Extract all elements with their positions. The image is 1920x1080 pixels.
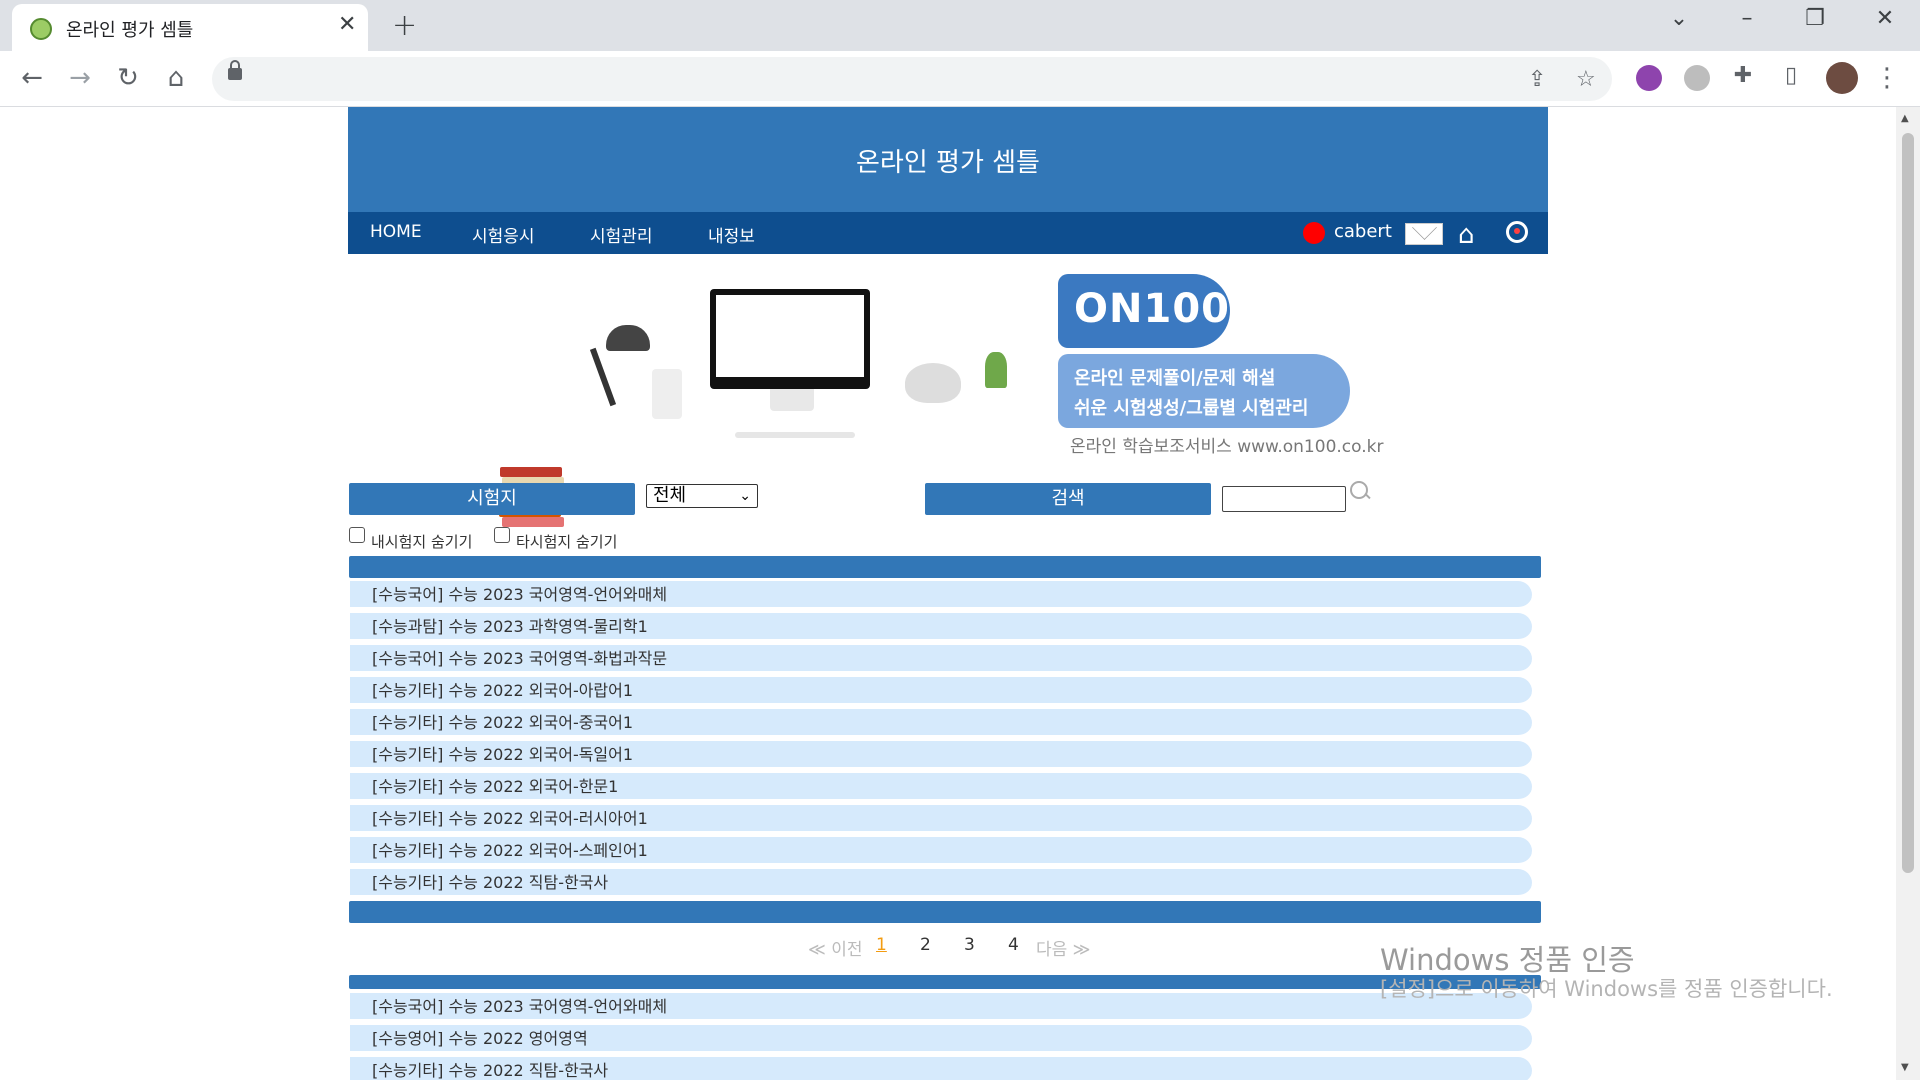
- windows-watermark-text: [설정]으로 이동하여 Windows를 정품 인증합니다.: [1380, 977, 1833, 1001]
- nav-my-info[interactable]: 내정보: [708, 222, 755, 247]
- list-item[interactable]: [수능기타] 수능 2022 외국어-독일어1: [350, 741, 1532, 769]
- list-item[interactable]: [수능영어] 수능 2022 영어영역: [350, 1025, 1532, 1053]
- tab-strip: 온라인 평가 셈틀 ✕ + ⌄ – ❐ ✕: [0, 0, 1920, 51]
- list-item[interactable]: [수능기타] 수능 2022 외국어-한문1: [350, 773, 1532, 801]
- home-icon[interactable]: ⌂: [1458, 220, 1475, 250]
- address-bar[interactable]: ⇪ ☆: [212, 57, 1612, 101]
- pagination-page-2[interactable]: 2: [920, 935, 931, 955]
- extensions-puzzle-icon[interactable]: ✚: [1726, 63, 1760, 88]
- exam-label: 시험지: [349, 483, 635, 515]
- hide-others-label: 타시험지 숨기기: [516, 533, 618, 551]
- nav-exam-manage[interactable]: 시험관리: [590, 222, 653, 247]
- profile-avatar[interactable]: [1826, 62, 1858, 94]
- close-tab-icon[interactable]: ✕: [338, 12, 356, 37]
- share-icon[interactable]: ⇪: [1528, 67, 1546, 92]
- hide-mine-checkbox[interactable]: [349, 527, 365, 543]
- list-item[interactable]: [수능국어] 수능 2023 국어영역-화법과작문: [350, 645, 1532, 673]
- extension-globe-icon[interactable]: [1684, 65, 1710, 91]
- pagination-next[interactable]: 다음 ≫: [1036, 935, 1090, 960]
- restore-icon[interactable]: ❐: [1792, 6, 1838, 31]
- lamp-head: [606, 325, 650, 351]
- scroll-thumb[interactable]: [1902, 133, 1914, 873]
- nav-take-exam[interactable]: 시험응시: [472, 222, 535, 247]
- monitor-illustration: [710, 289, 870, 389]
- online-status-icon: [1303, 222, 1325, 244]
- list-item[interactable]: [수능기타] 수능 2022 직탐-한국사: [350, 869, 1532, 897]
- browser-toolbar: ← → ↻ ⌂ ⇪ ☆ ✚ ▯ ⋮: [0, 51, 1920, 107]
- on100-logo: ON100: [1058, 274, 1230, 348]
- list-item[interactable]: [수능기타] 수능 2022 외국어-아랍어1: [350, 677, 1532, 705]
- minimize-icon[interactable]: –: [1724, 6, 1770, 31]
- scroll-down-icon[interactable]: ▼: [1901, 1062, 1909, 1073]
- kettle-illustration: [905, 363, 961, 403]
- tab-title: 온라인 평가 셈틀: [66, 20, 194, 41]
- pencil-cup: [652, 369, 682, 419]
- logo-text: ON100: [1074, 286, 1230, 332]
- home-browser-icon[interactable]: ⌂: [159, 63, 193, 93]
- keyboard-illustration: [735, 432, 855, 438]
- bookmark-star-icon[interactable]: ☆: [1576, 67, 1596, 92]
- search-input[interactable]: [1222, 486, 1346, 512]
- main-navbar: HOME 시험응시 시험관리 내정보 cabert ⌂: [348, 212, 1548, 254]
- menu-kebab-icon[interactable]: ⋮: [1870, 63, 1904, 93]
- plant-illustration: [985, 352, 1007, 388]
- forward-icon[interactable]: →: [63, 63, 97, 93]
- slogan-line-2: 쉬운 시험생성/그룹별 시험관리: [1074, 398, 1309, 419]
- search-label: 검색: [925, 483, 1211, 515]
- site-title: 온라인 평가 셈틀: [856, 148, 1040, 178]
- list-item[interactable]: [수능과탐] 수능 2023 과학영역-물리학1: [350, 613, 1532, 641]
- scroll-up-icon[interactable]: ▲: [1901, 113, 1909, 124]
- select-value: 전체: [653, 485, 687, 506]
- reload-icon[interactable]: ↻: [111, 63, 145, 93]
- site-header: 온라인 평가 셈틀: [348, 107, 1548, 212]
- site-caption: 온라인 학습보조서비스 www.on100.co.kr: [1070, 437, 1384, 457]
- page-scrollbar[interactable]: ▲ ▼: [1896, 107, 1920, 1080]
- list-item[interactable]: [수능국어] 수능 2023 국어영역-언어와매체: [350, 993, 1532, 1021]
- page-viewport: 온라인 평가 셈틀 HOME 시험응시 시험관리 내정보 cabert ⌂ ON…: [0, 107, 1896, 1080]
- monitor-stand: [770, 389, 814, 411]
- list-item[interactable]: [수능기타] 수능 2022 외국어-러시아어1: [350, 805, 1532, 833]
- list2-header-bar: [349, 975, 1541, 989]
- side-panel-icon[interactable]: ▯: [1774, 63, 1808, 88]
- lamp-icon: [589, 347, 617, 407]
- list-footer-bar: [349, 901, 1541, 923]
- slogan-box: 온라인 문제풀이/문제 해설 쉬운 시험생성/그룹별 시험관리: [1058, 354, 1350, 428]
- exam-filter-select[interactable]: 전체 ⌄: [646, 484, 758, 508]
- tab-search-icon[interactable]: ⌄: [1656, 6, 1702, 31]
- logout-power-icon[interactable]: [1506, 221, 1528, 243]
- mail-icon[interactable]: [1405, 223, 1443, 245]
- list-item[interactable]: [수능기타] 수능 2022 외국어-중국어1: [350, 709, 1532, 737]
- slogan-line-1: 온라인 문제풀이/문제 해설: [1074, 368, 1276, 389]
- extension-lr-icon[interactable]: [1636, 65, 1662, 91]
- back-icon[interactable]: ←: [15, 63, 49, 93]
- search-icon[interactable]: [1350, 481, 1368, 499]
- list-header-bar: [349, 556, 1541, 578]
- username[interactable]: cabert: [1334, 221, 1392, 242]
- close-window-icon[interactable]: ✕: [1862, 6, 1908, 31]
- chevron-down-icon: ⌄: [739, 488, 751, 504]
- list-item[interactable]: [수능기타] 수능 2022 직탐-한국사: [350, 1057, 1532, 1080]
- lock-icon: [228, 60, 242, 80]
- pagination-page-4[interactable]: 4: [1008, 935, 1019, 955]
- nav-home[interactable]: HOME: [370, 222, 422, 242]
- browser-tab[interactable]: 온라인 평가 셈틀 ✕: [12, 4, 368, 51]
- new-tab-button[interactable]: +: [392, 8, 417, 43]
- hide-others-checkbox[interactable]: [494, 527, 510, 543]
- list-item[interactable]: [수능기타] 수능 2022 외국어-스페인어1: [350, 837, 1532, 865]
- list-item[interactable]: [수능국어] 수능 2023 국어영역-언어와매체: [350, 581, 1532, 609]
- pagination-page-3[interactable]: 3: [964, 935, 975, 955]
- windows-watermark-title: Windows 정품 인증: [1380, 943, 1635, 977]
- hide-mine-label: 내시험지 숨기기: [371, 533, 473, 551]
- pagination-page-1[interactable]: 1: [876, 935, 887, 955]
- pagination-prev[interactable]: ≪ 이전: [808, 935, 862, 960]
- favicon-icon: [30, 18, 52, 40]
